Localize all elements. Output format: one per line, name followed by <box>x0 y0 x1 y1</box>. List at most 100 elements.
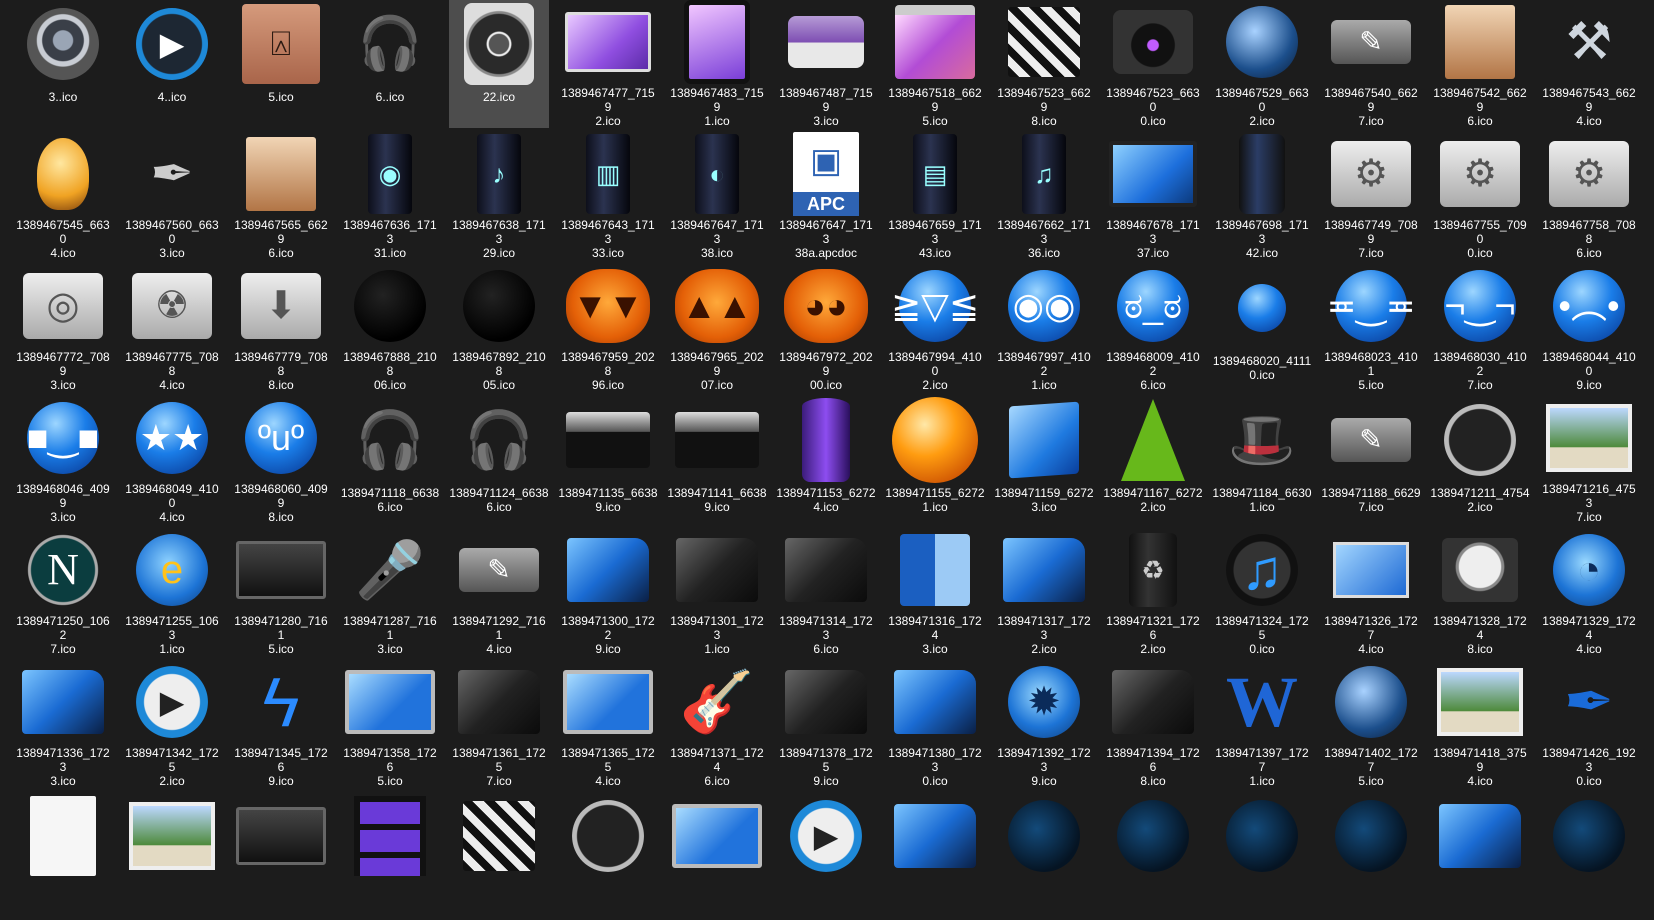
file-item[interactable] <box>449 792 549 920</box>
file-item[interactable]: N 1389471250_1062 7.ico <box>13 528 113 656</box>
file-item[interactable]: ♫ 1389467662_1713 36.ico <box>994 132 1094 260</box>
file-item[interactable]: ¬‿¬ 1389468030_4102 7.ico <box>1430 264 1530 392</box>
file-item[interactable]: 1389471361_1725 7.ico <box>449 660 549 788</box>
file-item[interactable]: 1389471153_6272 4.ico <box>776 396 876 524</box>
file-item[interactable]: ◔ 1389471329_1724 4.ico <box>1539 528 1639 656</box>
file-item[interactable]: ◉ 1389467636_1713 31.ico <box>340 132 440 260</box>
file-item[interactable]: ♪ 1389467638_1713 29.ico <box>449 132 549 260</box>
file-item[interactable]: ✎ 1389467540_6629 7.ico <box>1321 0 1421 128</box>
file-item[interactable] <box>1103 792 1203 920</box>
file-item[interactable]: •︵• 1389468044_4100 9.ico <box>1539 264 1639 392</box>
file-item[interactable] <box>1321 792 1421 920</box>
file-item[interactable]: 22.ico <box>449 0 549 128</box>
file-item[interactable]: ⍓ 5.ico <box>231 0 331 128</box>
file-item[interactable]: ✹ 1389471392_1723 9.ico <box>994 660 1094 788</box>
file-item[interactable]: 1389471141_6638 9.ico <box>667 396 767 524</box>
file-item[interactable]: 1389467477_7159 2.ico <box>558 0 658 128</box>
file-item[interactable]: 🎧 1389471124_6638 6.ico <box>449 396 549 524</box>
file-item[interactable]: 🎤 1389471287_7161 3.ico <box>340 528 440 657</box>
file-item[interactable]: 1389471365_1725 4.ico <box>558 660 658 788</box>
file-item[interactable]: 1389471314_1723 6.ico <box>776 528 876 656</box>
file-item[interactable]: ▶ 4..ico <box>122 0 222 128</box>
file-item[interactable]: ⚙ 1389467749_7089 7.ico <box>1321 132 1421 260</box>
file-item[interactable]: ⚙ 1389467755_7090 0.ico <box>1430 132 1530 260</box>
file-item[interactable]: 1389471316_1724 3.ico <box>885 528 985 656</box>
file-item[interactable]: 1389471300_1722 9.ico <box>558 528 658 656</box>
file-item[interactable]: ■‿■ 1389468046_4099 3.ico <box>13 396 113 524</box>
file-item[interactable] <box>667 792 767 920</box>
file-item[interactable]: 1389471358_1726 5.ico <box>340 660 440 788</box>
file-item[interactable]: 1389471301_1723 1.ico <box>667 528 767 656</box>
file-item[interactable]: ✒ 1389467560_6630 3.ico <box>122 132 222 260</box>
file-item[interactable]: ♫ 1389471324_1725 0.ico <box>1212 528 1312 656</box>
file-item[interactable]: 1389468020_4111 0.ico <box>1212 264 1312 392</box>
file-item[interactable]: ▲▲ 1389467965_2029 07.ico <box>667 264 767 392</box>
file-item[interactable]: ≖‿≖ 1389468023_4101 5.ico <box>1321 264 1421 392</box>
file-item[interactable]: 1389467678_1713 37.ico <box>1103 132 1203 260</box>
file-item[interactable]: ▤ 1389467659_1713 43.ico <box>885 132 985 260</box>
file-item[interactable]: ▶ <box>776 792 876 920</box>
file-item[interactable]: 1389471336_1723 3.ico <box>13 660 113 788</box>
file-item[interactable]: 1389471135_6638 9.ico <box>558 396 658 524</box>
file-item[interactable]: 1389471211_4754 2.ico <box>1430 396 1530 524</box>
file-item[interactable]: 1389467523_6630 0.ico <box>1103 0 1203 128</box>
file-item[interactable]: 1389467542_6629 6.ico <box>1430 0 1530 128</box>
file-item[interactable]: ✎ 1389471188_6629 7.ico <box>1321 396 1421 524</box>
file-item[interactable]: 1389471167_6272 2.ico <box>1103 396 1203 524</box>
file-item[interactable]: ⬇ 1389467779_7088 8.ico <box>231 264 331 392</box>
file-item[interactable] <box>1539 792 1639 920</box>
file-item[interactable]: ⚙ 1389467758_7088 6.ico <box>1539 132 1639 260</box>
file-item[interactable]: 1389467888_2108 06.ico <box>340 264 440 392</box>
file-item[interactable]: 1389471317_1723 2.ico <box>994 528 1094 656</box>
file-item[interactable] <box>231 792 331 920</box>
file-item[interactable]: ▼▼ 1389467959_2028 96.ico <box>558 264 658 392</box>
file-item[interactable]: 🎧 6..ico <box>340 0 440 128</box>
file-item[interactable]: 1389467698_1713 42.ico <box>1212 132 1312 260</box>
file-item[interactable]: 1389471378_1725 9.ico <box>776 660 876 788</box>
file-item[interactable]: 1389471326_1727 4.ico <box>1321 528 1421 656</box>
file-item[interactable]: ◕◕ 1389467972_2029 00.ico <box>776 264 876 392</box>
file-item[interactable]: ☢ 1389467775_7088 4.ico <box>122 264 222 392</box>
file-item[interactable]: 1389467545_6630 4.ico <box>13 132 113 260</box>
file-item[interactable]: ▶ 1389471342_1725 2.ico <box>122 660 222 788</box>
file-item[interactable]: ಠ_ಠ 1389468009_4102 6.ico <box>1103 264 1203 392</box>
file-item[interactable]: 3..ico <box>13 0 113 128</box>
file-item[interactable]: 1389471216_4753 7.ico <box>1539 396 1639 524</box>
file-item[interactable] <box>885 792 985 920</box>
file-item[interactable] <box>122 792 222 920</box>
file-item[interactable]: ♻ 1389471321_1726 2.ico <box>1103 528 1203 656</box>
file-item[interactable] <box>340 792 440 920</box>
file-item[interactable]: 🎧 1389471118_6638 6.ico <box>340 396 440 524</box>
file-item[interactable]: 🎩 1389471184_6630 1.ico <box>1212 396 1312 524</box>
file-item[interactable]: 1389471155_6272 1.ico <box>885 396 985 524</box>
file-item[interactable]: ◐ 1389467647_1713 38.ico <box>667 132 767 260</box>
file-item[interactable]: 1389471280_7161 5.ico <box>231 528 331 656</box>
file-item[interactable]: ✎ 1389471292_7161 4.ico <box>449 528 549 656</box>
file-item[interactable]: 1389471418_3759 4.ico <box>1430 660 1530 788</box>
file-item[interactable]: 1389471328_1724 8.ico <box>1430 528 1530 656</box>
file-item[interactable]: ◉◉ 1389467997_4102 1.ico <box>994 264 1094 392</box>
file-item[interactable] <box>558 792 658 920</box>
file-item[interactable]: 1389471402_1727 5.ico <box>1321 660 1421 788</box>
file-item[interactable]: ◎ 1389467772_7089 3.ico <box>13 264 113 392</box>
file-item[interactable]: 🎸 1389471371_1724 6.ico <box>667 660 767 789</box>
file-item[interactable]: e 1389471255_1063 1.ico <box>122 528 222 656</box>
file-item[interactable]: 1389471380_1723 0.ico <box>885 660 985 788</box>
file-item[interactable]: 1389467892_2108 05.ico <box>449 264 549 392</box>
file-item[interactable]: ≧▽≦ 1389467994_4100 2.ico <box>885 264 985 392</box>
file-item[interactable] <box>1430 792 1530 920</box>
file-item[interactable]: ºuº 1389468060_4099 8.ico <box>231 396 331 524</box>
file-item[interactable] <box>13 792 113 920</box>
file-item[interactable]: 1389471159_6272 3.ico <box>994 396 1094 524</box>
file-item[interactable]: 1389467529_6630 2.ico <box>1212 0 1312 128</box>
file-item[interactable]: ⚒ 1389467543_6629 4.ico <box>1539 0 1639 128</box>
file-item[interactable]: 1389467523_6629 8.ico <box>994 0 1094 128</box>
file-item[interactable]: ★★ 1389468049_4100 4.ico <box>122 396 222 524</box>
file-item[interactable]: 1389467647_171338a.apcdoc <box>776 132 876 260</box>
file-item[interactable]: 1389467483_7159 1.ico <box>667 0 767 128</box>
file-item[interactable]: W 1389471397_1727 1.ico <box>1212 660 1312 788</box>
file-item[interactable]: ϟ 1389471345_1726 9.ico <box>231 660 331 788</box>
file-item[interactable]: ▥ 1389467643_1713 33.ico <box>558 132 658 260</box>
file-item[interactable]: 1389467487_7159 3.ico <box>776 0 876 128</box>
file-item[interactable]: 1389467565_6629 6.ico <box>231 132 331 260</box>
